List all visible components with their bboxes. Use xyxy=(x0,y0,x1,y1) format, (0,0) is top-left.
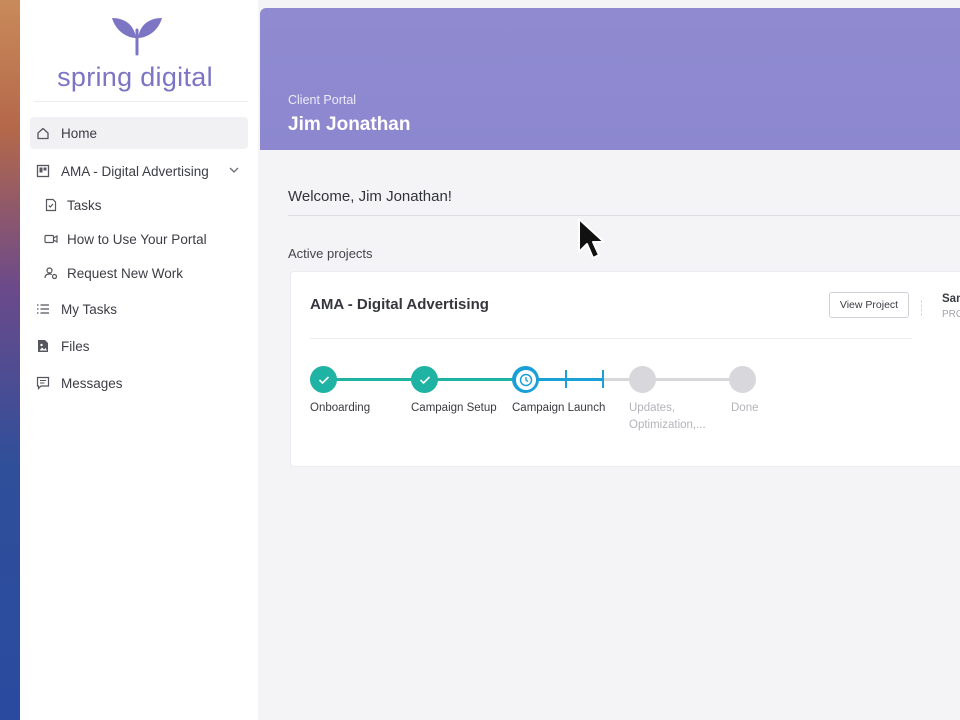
step-campaign-setup-dot xyxy=(411,366,438,393)
mouse-cursor-icon xyxy=(578,218,605,259)
chevron-down-icon[interactable] xyxy=(228,164,240,179)
project-card: AMA - Digital Advertising View Project S… xyxy=(290,271,960,467)
step-done-dot xyxy=(729,366,756,393)
step-label: Updates, Optimization,... xyxy=(629,402,706,431)
divider xyxy=(310,338,912,339)
task-doc-icon xyxy=(44,198,58,212)
sidebar-item-request-new-work[interactable]: Request New Work xyxy=(30,257,248,289)
sidebar-item-my-tasks[interactable]: My Tasks xyxy=(30,293,248,325)
project-owner-name: Sam xyxy=(942,293,960,305)
sidebar-item-messages[interactable]: Messages xyxy=(30,367,248,399)
checkmark-icon xyxy=(419,375,430,384)
header-banner: Client Portal Jim Jonathan xyxy=(260,8,960,150)
step-label: Campaign Launch xyxy=(512,402,606,414)
divider xyxy=(921,300,922,316)
project-icon xyxy=(36,164,50,178)
sidebar-item-files[interactable]: Files xyxy=(30,330,248,362)
sidebar-item-label: How to Use Your Portal xyxy=(67,231,207,247)
clock-icon xyxy=(519,373,532,386)
brand-logo[interactable]: spring digital xyxy=(20,10,250,100)
sidebar-item-label: AMA - Digital Advertising xyxy=(61,163,209,179)
divider xyxy=(288,215,960,216)
divider xyxy=(34,101,248,102)
progress-track-pending xyxy=(655,378,731,381)
project-title[interactable]: AMA - Digital Advertising xyxy=(310,296,489,313)
progress-tick xyxy=(602,370,604,388)
progress-track-pending xyxy=(604,378,629,381)
sprout-logo-icon xyxy=(112,18,162,56)
progress-track-active xyxy=(538,378,604,381)
app-window: spring digital Home AMA - Digital Advert… xyxy=(20,0,960,720)
sidebar-item-label: Files xyxy=(61,338,90,354)
sidebar-item-label: Home xyxy=(61,125,98,141)
progress-track-complete xyxy=(336,378,416,381)
sidebar: spring digital Home AMA - Digital Advert… xyxy=(20,0,258,720)
step-label: Onboarding xyxy=(310,402,371,414)
sidebar-item-project[interactable]: AMA - Digital Advertising xyxy=(30,155,248,187)
sidebar-item-label: My Tasks xyxy=(61,301,118,317)
sidebar-item-tasks[interactable]: Tasks xyxy=(30,189,248,221)
main-content: Client Portal Jim Jonathan Welcome, Jim … xyxy=(260,8,960,720)
project-owner-role: PRO xyxy=(942,309,960,320)
sidebar-item-label: Tasks xyxy=(67,197,102,213)
welcome-message: Welcome, Jim Jonathan! xyxy=(288,188,452,205)
sidebar-item-label: Messages xyxy=(61,375,123,391)
file-image-icon xyxy=(36,339,50,353)
progress-tick xyxy=(565,370,567,388)
person-gear-icon xyxy=(44,266,58,280)
step-campaign-launch-dot xyxy=(512,366,539,393)
sidebar-item-label: Request New Work xyxy=(67,265,184,281)
video-icon xyxy=(44,232,58,246)
step-label: Done xyxy=(731,402,759,414)
page-title: Jim Jonathan xyxy=(288,114,411,135)
section-heading: Active projects xyxy=(288,246,373,261)
home-icon xyxy=(36,126,50,140)
progress-track-complete xyxy=(437,378,517,381)
header-subtitle: Client Portal xyxy=(288,93,357,107)
step-updates-dot xyxy=(629,366,656,393)
sidebar-item-how-to-use[interactable]: How to Use Your Portal xyxy=(30,223,248,255)
view-project-button[interactable]: View Project xyxy=(829,292,909,318)
sidebar-item-home[interactable]: Home xyxy=(30,117,248,149)
checkmark-icon xyxy=(318,375,329,384)
list-icon xyxy=(36,302,50,316)
brand-name: spring digital xyxy=(57,62,213,92)
step-label: Campaign Setup xyxy=(411,402,497,414)
step-onboarding-dot xyxy=(310,366,337,393)
message-icon xyxy=(36,376,50,390)
